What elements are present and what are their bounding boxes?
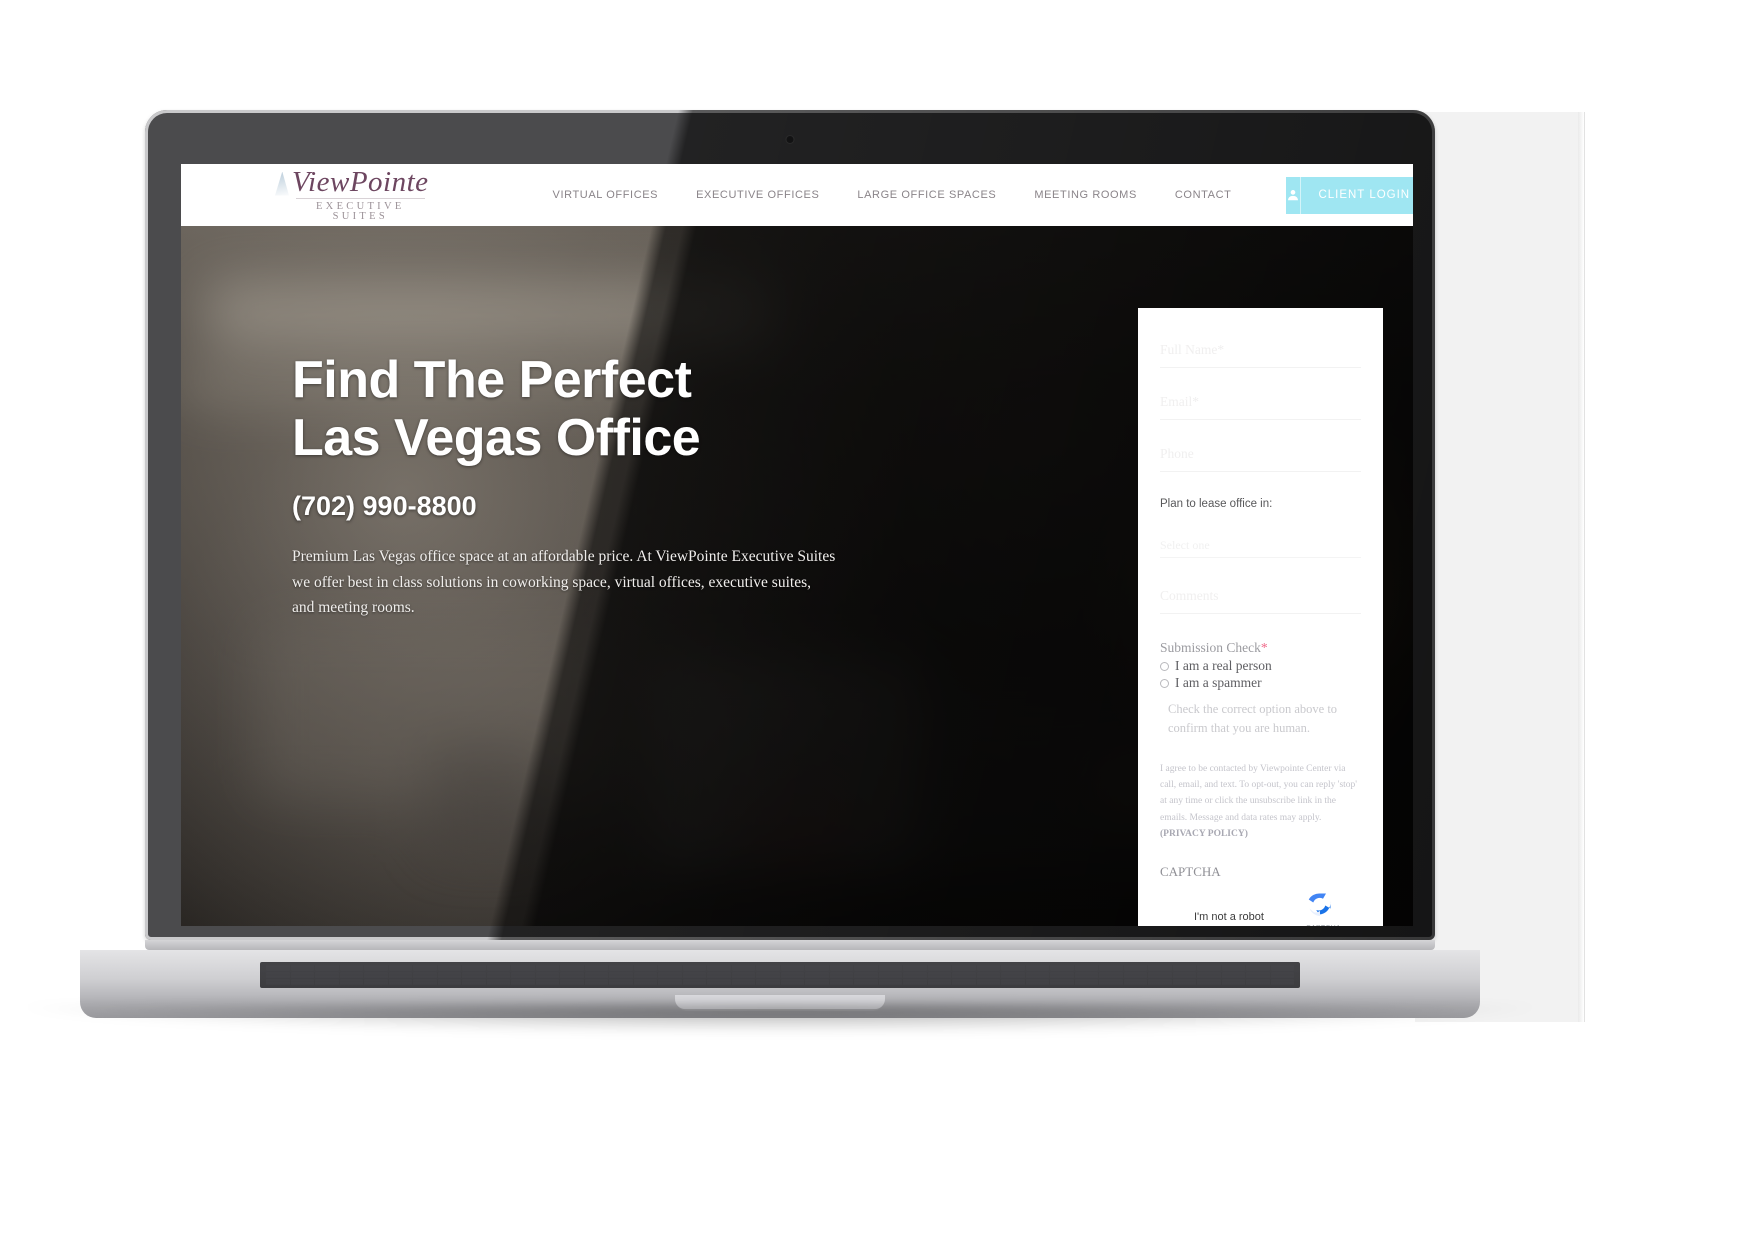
browser-viewport: ViewPointe EXECUTIVE SUITES VIRTUAL OFFI…	[181, 164, 1413, 926]
captcha-label: CAPTCHA	[1160, 864, 1221, 880]
comments-placeholder: Comments	[1160, 588, 1219, 603]
laptop-lid: ViewPointe EXECUTIVE SUITES VIRTUAL OFFI…	[145, 110, 1435, 940]
radio-icon	[1160, 678, 1169, 688]
screenshot-canvas: ViewPointe EXECUTIVE SUITES VIRTUAL OFFI…	[0, 0, 1746, 1250]
hero-section: Find The Perfect Las Vegas Office (702) …	[181, 226, 1413, 926]
background-panel	[1415, 112, 1585, 1022]
submission-check-group: Submission Check* I am a real person I a…	[1160, 640, 1361, 739]
nav-item-contact[interactable]: CONTACT	[1156, 189, 1251, 201]
phone-placeholder: Phone	[1160, 446, 1194, 461]
nav-item-large-office-spaces[interactable]: LARGE OFFICE SPACES	[838, 189, 1015, 201]
keyboard-keys	[266, 965, 1294, 985]
email-field[interactable]: Email*	[1160, 394, 1361, 420]
hero-title: Find The Perfect Las Vegas Office	[292, 351, 837, 467]
laptop-shadow	[25, 1005, 1535, 1033]
hero-phone-number[interactable]: (702) 990-8800	[292, 491, 837, 522]
email-placeholder: Email*	[1160, 394, 1199, 409]
full-name-field[interactable]: Full Name*	[1160, 342, 1361, 368]
consent-text: I agree to be contacted by Viewpointe Ce…	[1160, 761, 1361, 843]
recaptcha-checkbox-label: I'm not a robot	[1194, 911, 1264, 924]
nav-item-executive-offices[interactable]: EXECUTIVE OFFICES	[677, 189, 838, 201]
lease-timeframe-label: Plan to lease office in:	[1160, 498, 1273, 510]
user-icon	[1286, 176, 1302, 214]
logo-mark-icon	[275, 171, 289, 196]
recaptcha-widget[interactable]: I'm not a robot reCAPTCHA Privacy - Term…	[1160, 893, 1361, 926]
recaptcha-branding: reCAPTCHA Privacy - Terms	[1291, 889, 1349, 926]
submission-check-label: Submission Check	[1160, 640, 1261, 655]
hero-title-line-1: Find The Perfect	[292, 351, 692, 409]
client-login-button[interactable]: CLIENT LOGIN	[1286, 176, 1413, 214]
client-login-label: CLIENT LOGIN	[1318, 189, 1411, 201]
site-logo[interactable]: ViewPointe EXECUTIVE SUITES	[275, 165, 429, 223]
contact-form-card: Full Name* Email* Phone Plan to lease of…	[1138, 308, 1383, 926]
required-asterisk: *	[1260, 640, 1268, 655]
laptop-mockup: ViewPointe EXECUTIVE SUITES VIRTUAL OFFI…	[25, 100, 1535, 1160]
nav-item-meeting-rooms[interactable]: MEETING ROOMS	[1015, 189, 1156, 201]
radio-icon	[1160, 661, 1169, 671]
privacy-policy-link[interactable]: (PRIVACY POLICY)	[1160, 829, 1248, 839]
logo-wordmark: ViewPointe	[275, 165, 429, 198]
laptop-keyboard	[260, 962, 1300, 988]
phone-field[interactable]: Phone	[1160, 446, 1361, 472]
logo-name: ViewPointe	[292, 165, 429, 198]
laptop-hinge	[145, 940, 1435, 950]
consent-body: I agree to be contacted by Viewpointe Ce…	[1160, 763, 1358, 823]
lease-timeframe-select[interactable]: Select one	[1160, 536, 1361, 558]
radio-real-person-label: I am a real person	[1175, 658, 1272, 673]
radio-spammer[interactable]: I am a spammer	[1160, 675, 1361, 691]
lease-timeframe-placeholder: Select one	[1160, 538, 1210, 552]
site-header: ViewPointe EXECUTIVE SUITES VIRTUAL OFFI…	[181, 164, 1413, 226]
hero-paragraph: Premium Las Vegas office space at an aff…	[292, 548, 836, 616]
logo-tagline: EXECUTIVE SUITES	[315, 200, 405, 222]
full-name-placeholder: Full Name*	[1160, 342, 1225, 357]
recaptcha-logo-icon	[1308, 893, 1331, 917]
nav-item-virtual-offices[interactable]: VIRTUAL OFFICES	[534, 189, 678, 201]
recaptcha-brand-name: reCAPTCHA	[1291, 925, 1349, 926]
radio-real-person[interactable]: I am a real person	[1160, 658, 1361, 674]
radio-spammer-label: I am a spammer	[1175, 675, 1262, 690]
webcam-icon	[786, 136, 794, 143]
hero-title-line-2: Las Vegas Office	[292, 409, 701, 468]
hero-copy: Find The Perfect Las Vegas Office (702) …	[292, 351, 837, 620]
comments-field[interactable]: Comments	[1160, 588, 1361, 614]
logo-divider	[296, 197, 425, 199]
submission-check-title: Submission Check*	[1160, 640, 1361, 656]
submission-check-help: Check the correct option above to confir…	[1168, 702, 1338, 736]
main-navigation: VIRTUAL OFFICES EXECUTIVE OFFICES LARGE …	[534, 189, 1251, 201]
